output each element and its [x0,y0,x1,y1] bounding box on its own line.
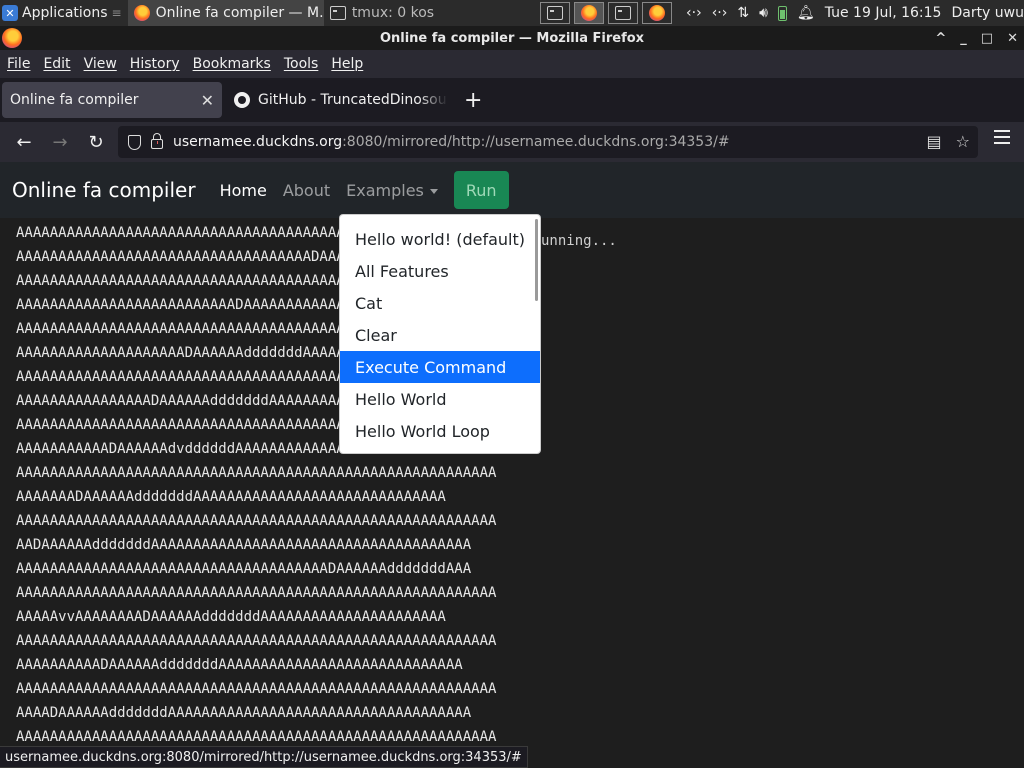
shade-button[interactable]: ^ [935,31,946,46]
terminal-icon [329,6,346,20]
tab-fade [418,82,448,118]
xfce-logo-icon: ✕ [2,5,18,21]
dropdown-scrollbar[interactable] [535,219,538,301]
menu-bookmarks[interactable]: Bookmarks [193,56,271,72]
menu-edit[interactable]: Edit [43,56,70,72]
site-brand[interactable]: Online fa compiler [12,178,196,202]
url-bar[interactable]: usernamee.duckdns.org:8080/mirrored/http… [118,126,978,158]
reader-view-icon[interactable]: ▤ [927,132,942,151]
reload-button[interactable]: ↻ [78,126,114,158]
firefox-launcher[interactable] [642,2,673,24]
taskbar-firefox-label: Online fa compiler — M... [155,5,324,21]
github-icon [234,92,250,108]
nav-about[interactable]: About [283,181,330,200]
applications-label: Applications [22,5,108,21]
output-line: AAAAAAAAAADAAAAAAdddddddAAAAAAAAAAAAAAAA… [16,657,463,673]
running-status: unning... [541,233,617,249]
output-line: AAAAAAAAAAAAAAAAAAAAAAAAAAAAAAAAAAAAAAAA… [16,681,497,697]
tracking-protection-shield-icon[interactable] [128,134,141,150]
example-execute-command[interactable]: Execute Command [340,351,540,383]
window-controls: ^ _ □ ✕ [935,26,1018,50]
example-cat[interactable]: Cat [340,287,540,319]
window-title: Online fa compiler — Mozilla Firefox [379,30,645,46]
network-icon[interactable]: ‹·› [686,5,702,21]
firefox-icon [133,5,150,21]
network-icon-2[interactable]: ‹·› [712,5,728,21]
url-bar-actions: ▤ ☆ [927,132,970,151]
clock[interactable]: Tue 19 Jul, 16:15 [825,5,942,21]
output-line: AAAAAAAAAAAAAAAAAAAAAAAAAAAAAAAAAAAAAAAA… [16,729,497,745]
menu-bar: File Edit View History Bookmarks Tools H… [0,50,1024,78]
terminal-launcher[interactable] [540,2,571,24]
minimize-button[interactable]: _ [960,31,967,46]
url-host: usernamee.duckdns.org [173,134,343,150]
forward-button[interactable]: → [42,126,78,158]
example-hello-world[interactable]: Hello World [340,383,540,415]
tab-online-fa-compiler[interactable]: Online fa compiler ✕ [2,82,222,118]
example-clear[interactable]: Clear [340,319,540,351]
bookmark-star-icon[interactable]: ☆ [956,132,970,151]
output-line: AAAAAAAAAAAAAAAAAAAAAAAAAAAAAAAAAAAAADAA… [16,561,472,577]
link-status-bar: usernamee.duckdns.org:8080/mirrored/http… [0,746,528,768]
output-line: AADAAAAAAdddddddAAAAAAAAAAAAAAAAAAAAAAAA… [16,537,472,553]
run-button[interactable]: Run [453,171,509,209]
tab-label: Online fa compiler [10,92,139,108]
example-all-features[interactable]: All Features [340,255,540,287]
nav-examples-label: Examples [346,180,424,200]
close-window-button[interactable]: ✕ [1007,31,1018,46]
system-tray: ‹·› ‹·› ⇅ 🔊︎ 🔔︎ Tue 19 Jul, 16:15 Darty … [686,5,1024,21]
example-hello-world-default[interactable]: Hello world! (default) [340,223,540,255]
tab-bar: Online fa compiler ✕ GitHub - TruncatedD… [0,78,1024,122]
applications-menu[interactable]: ✕ Applications ≡ [0,0,128,26]
caret-down-icon [429,188,438,194]
firefox-icon [581,5,598,21]
output-line: AAAAAAAAAAAAAAAAAAAAAAAAAAAAAAAAAAAAAAAA… [16,513,497,529]
maximize-button[interactable]: □ [981,31,993,46]
url-text[interactable]: usernamee.duckdns.org:8080/mirrored/http… [173,134,730,150]
taskbar-firefox[interactable]: Online fa compiler — M... [127,0,324,26]
tab-github[interactable]: GitHub - TruncatedDinosour [226,82,448,118]
new-tab-button[interactable]: + [464,88,482,113]
app-menu-hamburger-icon[interactable] [994,130,1010,144]
close-tab-icon[interactable]: ✕ [201,91,214,110]
launchers [540,2,673,24]
battery-icon[interactable] [777,5,787,21]
user-menu[interactable]: Darty uwu [951,5,1024,21]
insecure-lock-icon[interactable] [151,133,163,149]
navigation-toolbar: ← → ↻ usernamee.duckdns.org:8080/mirrore… [0,122,1024,162]
volume-icon[interactable]: 🔊︎ [759,5,768,21]
separator-icon: ≡ [111,6,122,20]
terminal-icon [547,6,564,20]
nav-home[interactable]: Home [220,181,267,200]
output-line: AAAAAAAAAAAAAAAAAAAAAAAAAAAAAAAAAAAAAAAA… [16,465,497,481]
system-panel: ✕ Applications ≡ Online fa compiler — M.… [0,0,1024,26]
taskbar-tmux[interactable]: tmux: 0 kos [324,0,520,26]
output-line: AAAAAAADAAAAAAdddddddAAAAAAAAAAAAAAAAAAA… [16,489,446,505]
window-launcher[interactable] [608,2,639,24]
site-navbar: Online fa compiler Home About Examples R… [0,162,1024,218]
output-line: AAAAAAAAAAAAAAAAAAAAAAAAAAAAAAAAAAAAAAAA… [16,585,497,601]
menu-file[interactable]: File [7,56,30,72]
examples-dropdown-menu: Hello world! (default) All Features Cat … [339,214,541,454]
window-icon [615,6,632,20]
menu-view[interactable]: View [84,56,117,72]
output-line: AAAADAAAAAAdddddddAAAAAAAAAAAAAAAAAAAAAA… [16,705,472,721]
firefox-launcher-active[interactable] [574,2,605,24]
taskbar-tmux-label: tmux: 0 kos [351,5,435,21]
window-titlebar: Online fa compiler — Mozilla Firefox ^ _… [0,26,1024,50]
output-line: AAAAAvvAAAAAAAADAAAAAAdddddddAAAAAAAAAAA… [16,609,446,625]
transfer-icon[interactable]: ⇅ [737,5,749,21]
back-button[interactable]: ← [6,126,42,158]
firefox-icon [649,5,666,21]
firefox-window-icon[interactable] [2,28,22,48]
nav-examples-dropdown[interactable]: Examples [346,181,438,200]
menu-tools[interactable]: Tools [284,56,319,72]
menu-help[interactable]: Help [331,56,363,72]
output-line: AAAAAAAAAAAAAAAAAAAAAAAAAAAAAAAAAAAAAAAA… [16,633,497,649]
menu-history[interactable]: History [130,56,180,72]
url-path: :8080/mirrored/http://usernamee.duckdns.… [342,134,730,150]
example-hello-world-loop[interactable]: Hello World Loop [340,415,540,447]
notification-bell-icon[interactable]: 🔔︎ [797,5,815,21]
